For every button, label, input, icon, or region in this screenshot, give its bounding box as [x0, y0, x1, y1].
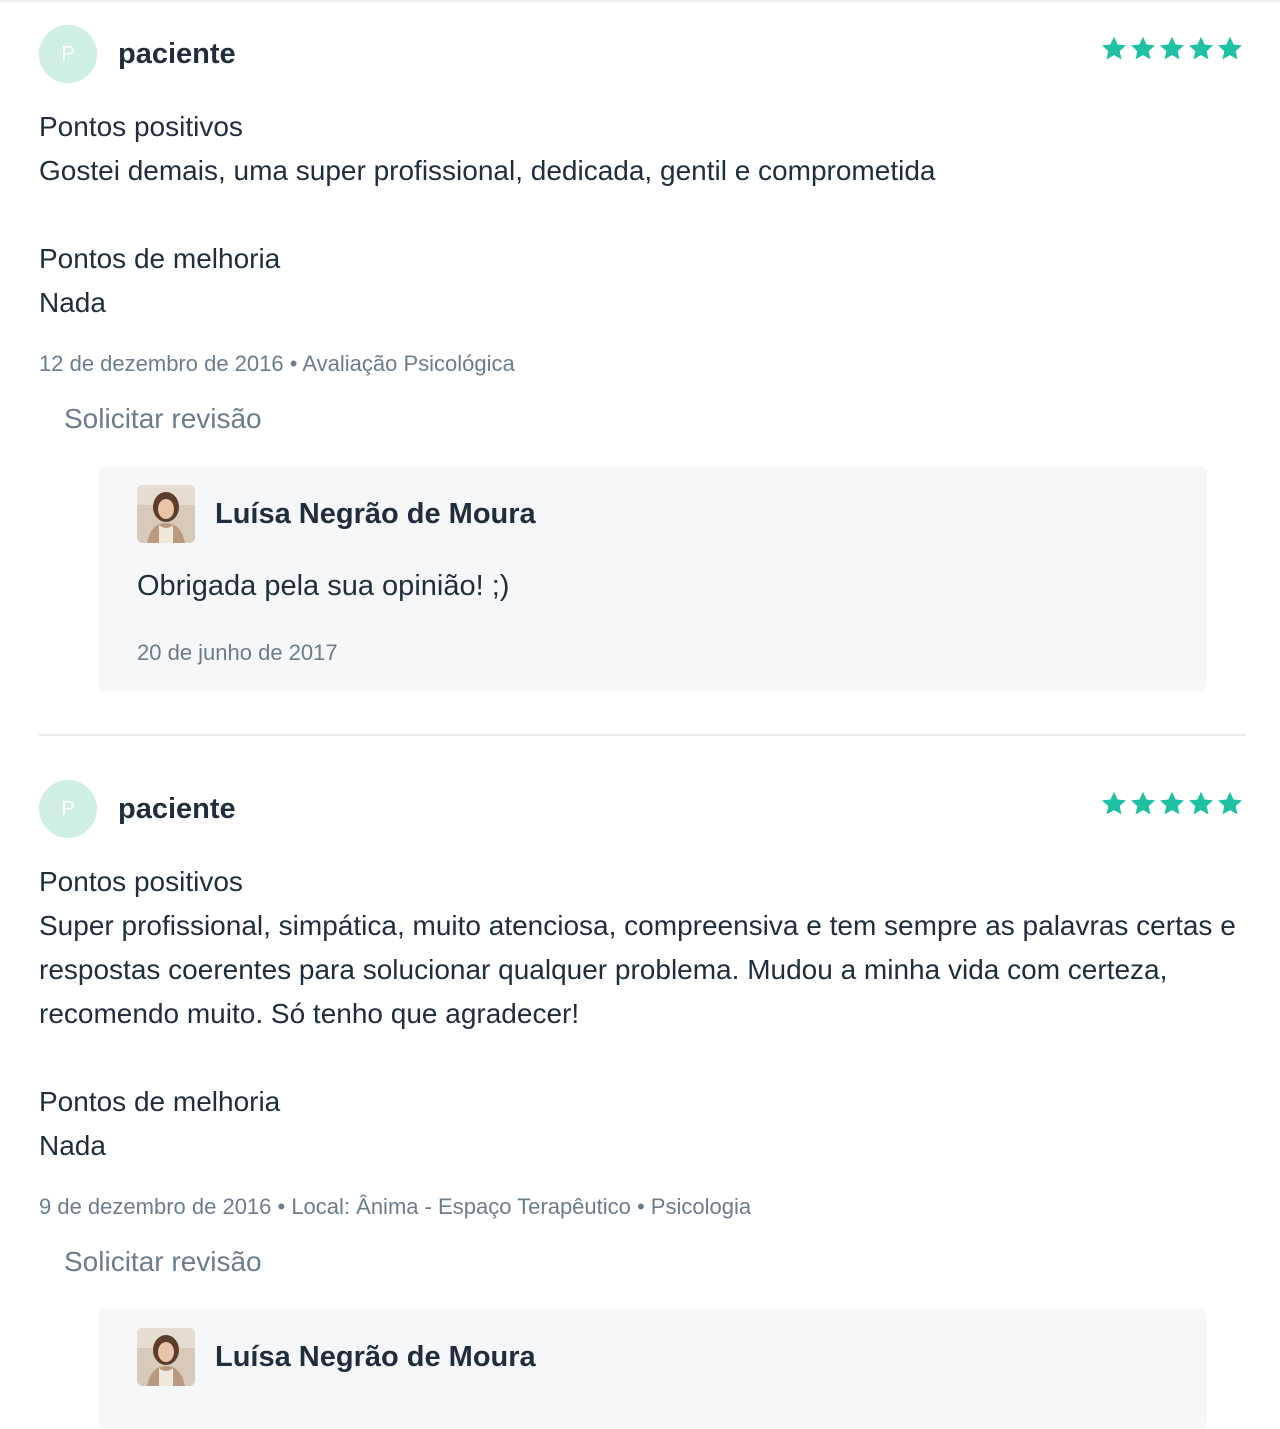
- review-meta: 9 de dezembro de 2016 • Local: Ânima - E…: [39, 1194, 752, 1219]
- avatar: P: [39, 780, 97, 838]
- review-author: paciente: [118, 793, 236, 825]
- professional-avatar: [137, 485, 195, 543]
- improvements-text: Nada: [39, 287, 106, 318]
- reply-date: 20 de junho de 2017: [137, 640, 338, 665]
- star-icon: [1217, 791, 1243, 815]
- positives-title: Pontos positivos: [39, 866, 243, 897]
- star-icon: [1130, 791, 1156, 815]
- review-card: P paciente Pontos positivos Super profis…: [39, 780, 1246, 1280]
- positives-title: Pontos positivos: [39, 111, 243, 142]
- star-icon: [1188, 36, 1214, 60]
- professional-name: Luísa Negrão de Moura: [215, 498, 536, 530]
- review-header: P paciente: [39, 780, 1246, 840]
- positives-text: Super profissional, simpática, muito ate…: [39, 910, 1236, 1029]
- rating-stars: [1100, 35, 1244, 63]
- star-icon: [1101, 36, 1127, 60]
- review-divider: [39, 734, 1246, 736]
- review-card: P paciente Pontos positivos Gostei demai…: [39, 25, 1246, 437]
- review-header: P paciente: [39, 25, 1246, 85]
- professional-name: Luísa Negrão de Moura: [215, 1341, 536, 1373]
- positives-text: Gostei demais, uma super profissional, d…: [39, 155, 936, 186]
- professional-reply: Luísa Negrão de Moura Obrigada pela sua …: [98, 466, 1207, 691]
- star-icon: [1101, 791, 1127, 815]
- professional-reply: Luísa Negrão de Moura: [98, 1309, 1207, 1429]
- request-review-button[interactable]: Solicitar revisão: [64, 1244, 262, 1280]
- star-icon: [1130, 36, 1156, 60]
- star-icon: [1217, 36, 1243, 60]
- avatar: P: [39, 25, 97, 83]
- star-icon: [1159, 791, 1185, 815]
- top-divider: [0, 0, 1280, 2]
- star-icon: [1159, 36, 1185, 60]
- star-icon: [1188, 791, 1214, 815]
- request-review-button[interactable]: Solicitar revisão: [64, 401, 262, 437]
- improvements-text: Nada: [39, 1130, 106, 1161]
- rating-stars: [1100, 790, 1244, 818]
- improvements-title: Pontos de melhoria: [39, 1086, 281, 1117]
- review-author: paciente: [118, 38, 236, 70]
- review-meta: 12 de dezembro de 2016 • Avaliação Psico…: [39, 351, 515, 376]
- reply-text: Obrigada pela sua opinião! ;): [137, 570, 510, 602]
- improvements-title: Pontos de melhoria: [39, 243, 281, 274]
- professional-avatar: [137, 1328, 195, 1386]
